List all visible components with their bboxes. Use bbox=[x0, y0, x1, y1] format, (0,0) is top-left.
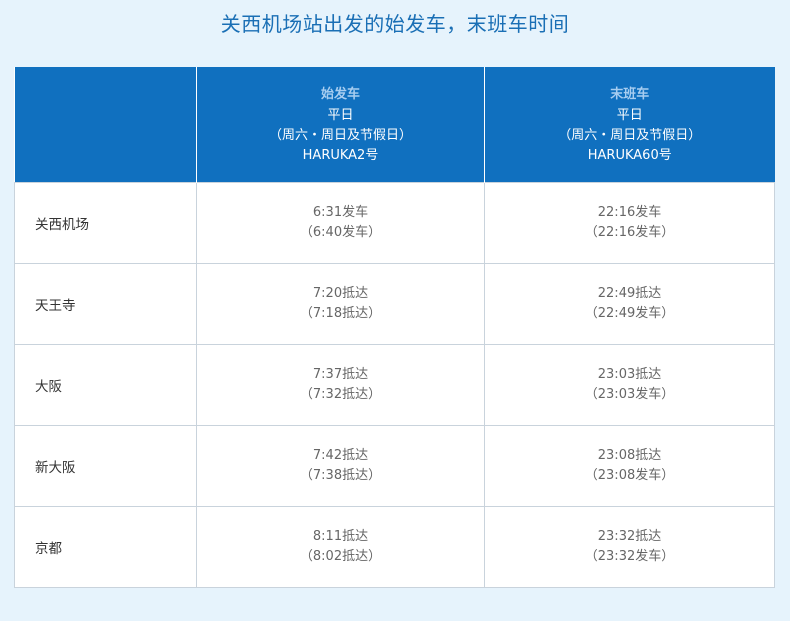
station-name: 新大阪 bbox=[14, 425, 197, 507]
holiday-time: （22:49发车） bbox=[584, 306, 675, 321]
holiday-time: （23:32发车） bbox=[584, 549, 675, 564]
table-row: 关西机场 6:31发车 （6:40发车） 22:16发车 （22:16发车） bbox=[14, 182, 775, 264]
weekday-time: 8:11抵达 bbox=[312, 529, 369, 544]
holiday-time: （23:03发车） bbox=[584, 387, 675, 402]
first-train-time-cell: 7:20抵达 （7:18抵达） bbox=[196, 263, 485, 345]
first-train-weekday-label: 平日 bbox=[327, 107, 354, 123]
holiday-time: （22:16发车） bbox=[584, 225, 675, 240]
first-train-time-cell: 8:11抵达 （8:02抵达） bbox=[196, 506, 485, 588]
first-train-label: 始发车 bbox=[320, 86, 360, 102]
timetable-header: 始发车 平日 （周六・周日及节假日） HARUKA2号 末班车 平日 （周六・周… bbox=[14, 67, 775, 183]
holiday-time: （8:02抵达） bbox=[299, 549, 382, 564]
weekday-time: 22:49抵达 bbox=[597, 286, 662, 301]
first-train-time-cell: 7:37抵达 （7:32抵达） bbox=[196, 344, 485, 426]
header-last-train-cell: 末班车 平日 （周六・周日及节假日） HARUKA60号 bbox=[484, 67, 775, 183]
timetable: 始发车 平日 （周六・周日及节假日） HARUKA2号 末班车 平日 （周六・周… bbox=[14, 67, 775, 588]
table-row: 新大阪 7:42抵达 （7:38抵达） 23:08抵达 （23:08发车） bbox=[14, 425, 775, 507]
page-title: 关西机场站出发的始发车，末班车时间 bbox=[220, 12, 570, 36]
timetable-body: 关西机场 6:31发车 （6:40发车） 22:16发车 （22:16发车） 天… bbox=[14, 182, 775, 588]
last-train-time-cell: 22:16发车 （22:16发车） bbox=[484, 182, 775, 264]
header-first-train-cell: 始发车 平日 （周六・周日及节假日） HARUKA2号 bbox=[196, 67, 485, 183]
header-station-cell bbox=[14, 67, 197, 183]
weekday-time: 6:31发车 bbox=[312, 205, 369, 220]
first-train-holiday-label: （周六・周日及节假日） bbox=[268, 127, 412, 143]
weekday-time: 7:20抵达 bbox=[312, 286, 369, 301]
weekday-time: 7:37抵达 bbox=[312, 367, 369, 382]
weekday-time: 23:32抵达 bbox=[597, 529, 662, 544]
weekday-time: 23:03抵达 bbox=[597, 367, 662, 382]
station-name: 京都 bbox=[14, 506, 197, 588]
last-train-time-cell: 23:03抵达 （23:03发车） bbox=[484, 344, 775, 426]
holiday-time: （7:32抵达） bbox=[299, 387, 382, 402]
holiday-time: （23:08发车） bbox=[584, 468, 675, 483]
holiday-time: （6:40发车） bbox=[299, 225, 382, 240]
station-name: 关西机场 bbox=[14, 182, 197, 264]
first-train-time-cell: 7:42抵达 （7:38抵达） bbox=[196, 425, 485, 507]
last-train-holiday-label: （周六・周日及节假日） bbox=[558, 127, 702, 143]
last-train-time-cell: 23:08抵达 （23:08发车） bbox=[484, 425, 775, 507]
last-train-label: 末班车 bbox=[610, 86, 650, 102]
station-name: 大阪 bbox=[14, 344, 197, 426]
table-row: 大阪 7:37抵达 （7:32抵达） 23:03抵达 （23:03发车） bbox=[14, 344, 775, 426]
weekday-time: 22:16发车 bbox=[597, 205, 662, 220]
table-row: 京都 8:11抵达 （8:02抵达） 23:32抵达 （23:32发车） bbox=[14, 506, 775, 588]
holiday-time: （7:38抵达） bbox=[299, 468, 382, 483]
table-row: 天王寺 7:20抵达 （7:18抵达） 22:49抵达 （22:49发车） bbox=[14, 263, 775, 345]
holiday-time: （7:18抵达） bbox=[299, 306, 382, 321]
first-train-name: HARUKA2号 bbox=[302, 147, 379, 163]
last-train-time-cell: 23:32抵达 （23:32发车） bbox=[484, 506, 775, 588]
station-name: 天王寺 bbox=[14, 263, 197, 345]
weekday-time: 7:42抵达 bbox=[312, 448, 369, 463]
last-train-time-cell: 22:49抵达 （22:49发车） bbox=[484, 263, 775, 345]
last-train-weekday-label: 平日 bbox=[616, 107, 643, 123]
last-train-name: HARUKA60号 bbox=[587, 147, 672, 163]
first-train-time-cell: 6:31发车 （6:40发车） bbox=[196, 182, 485, 264]
header-row: 始发车 平日 （周六・周日及节假日） HARUKA2号 末班车 平日 （周六・周… bbox=[14, 67, 775, 183]
weekday-time: 23:08抵达 bbox=[597, 448, 662, 463]
